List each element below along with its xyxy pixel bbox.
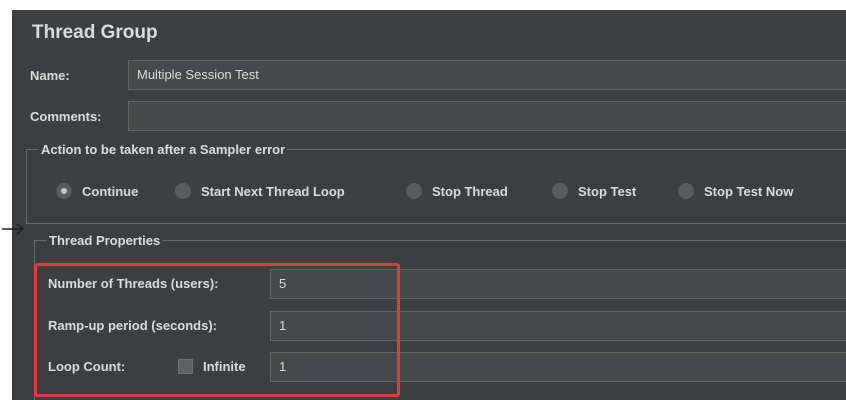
comments-field[interactable] <box>128 101 846 131</box>
thread-properties-legend: Thread Properties <box>49 233 161 248</box>
radio-stop-test-now[interactable]: Stop Test Now <box>678 183 793 199</box>
thread-group-panel: Thread Group Name: Multiple Session Test… <box>12 10 846 400</box>
page-title: Thread Group <box>32 22 158 43</box>
radio-label: Stop Test <box>578 183 637 199</box>
radio-icon <box>56 183 72 199</box>
radio-icon <box>552 183 568 199</box>
highlight-box <box>34 263 400 397</box>
sampler-error-legend: Action to be taken after a Sampler error <box>41 142 286 157</box>
arrow-right-icon <box>2 223 25 235</box>
radio-icon <box>406 183 422 199</box>
radio-stop-test[interactable]: Stop Test <box>552 183 636 199</box>
radio-label: Stop Test Now <box>704 183 794 199</box>
name-field[interactable]: Multiple Session Test <box>128 60 846 90</box>
radio-icon <box>175 183 191 199</box>
name-label: Name: <box>30 68 70 83</box>
radio-start-next-thread-loop[interactable]: Start Next Thread Loop <box>175 183 345 199</box>
comments-label: Comments: <box>30 109 102 124</box>
radio-label: Stop Thread <box>432 183 508 199</box>
radio-continue[interactable]: Continue <box>56 183 138 199</box>
radio-icon <box>678 183 694 199</box>
radio-label: Continue <box>82 183 139 199</box>
radio-label: Start Next Thread Loop <box>201 183 345 199</box>
radio-stop-thread[interactable]: Stop Thread <box>406 183 508 199</box>
